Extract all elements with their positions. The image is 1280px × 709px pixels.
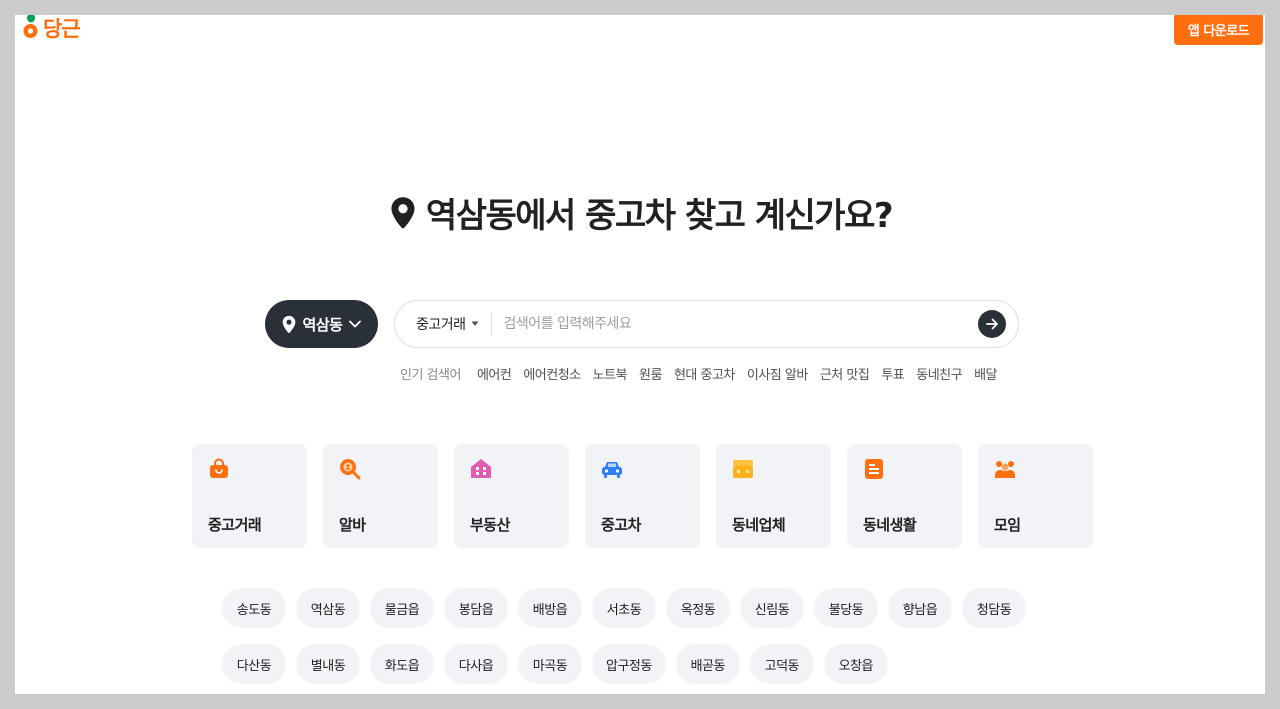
region-chip[interactable]: 불당동 bbox=[814, 588, 878, 628]
category-used-goods[interactable]: 중고거래 bbox=[192, 444, 307, 548]
location-select-button[interactable]: 역삼동 bbox=[265, 300, 378, 348]
region-chip[interactable]: 다사읍 bbox=[444, 644, 508, 684]
job-search-icon bbox=[340, 459, 361, 480]
popular-keyword[interactable]: 이사짐 알바 bbox=[747, 364, 808, 383]
region-chip[interactable]: 서초동 bbox=[592, 588, 656, 628]
page-title: 역삼동에서 중고차 찾고 계신가요? bbox=[425, 196, 894, 236]
house-icon bbox=[471, 459, 491, 478]
popular-keywords-label: 인기 검색어 bbox=[400, 367, 461, 383]
page: 당근 앱 다운로드 역삼동에서 중고차 찾고 계신가요? 역삼동 중고거래 검색… bbox=[15, 15, 1265, 694]
popular-keyword[interactable]: 배달 bbox=[974, 364, 997, 383]
chevron-down-icon bbox=[349, 320, 362, 328]
category-dropdown[interactable]: 중고거래 bbox=[395, 312, 492, 336]
arrow-right-icon bbox=[986, 318, 998, 330]
region-chips: 송도동 역삼동 물금읍 봉담읍 배방읍 서초동 옥정동 신림동 불당동 향남읍 … bbox=[222, 588, 1042, 684]
category-label: 알바 bbox=[339, 516, 366, 534]
category-grid: 중고거래 알바 부동산 중고차 동네업체 동네생활 모임 bbox=[192, 444, 1093, 548]
popular-keyword[interactable]: 에어컨청소 bbox=[523, 364, 581, 383]
region-chip[interactable]: 화도읍 bbox=[370, 644, 434, 684]
shopping-bag-icon bbox=[210, 458, 228, 478]
region-chip[interactable]: 배곧동 bbox=[675, 644, 740, 684]
category-local-business[interactable]: 동네업체 bbox=[716, 444, 831, 548]
category-label: 모임 bbox=[994, 516, 1021, 534]
store-icon bbox=[733, 460, 753, 478]
carrot-logo-icon bbox=[23, 15, 38, 38]
group-icon bbox=[995, 461, 1015, 478]
region-chip[interactable]: 옥정동 bbox=[666, 588, 730, 628]
category-label: 부동산 bbox=[470, 516, 510, 534]
category-dropdown-label: 중고거래 bbox=[416, 317, 466, 333]
category-groups[interactable]: 모임 bbox=[978, 444, 1093, 548]
headline: 역삼동에서 중고차 찾고 계신가요? bbox=[15, 188, 1265, 237]
region-chip[interactable]: 별내동 bbox=[296, 644, 360, 684]
region-chip[interactable]: 다산동 bbox=[222, 644, 286, 684]
region-chip[interactable]: 마곡동 bbox=[518, 644, 582, 684]
category-label: 중고거래 bbox=[208, 516, 262, 534]
popular-keyword[interactable]: 노트북 bbox=[593, 364, 628, 383]
category-real-estate[interactable]: 부동산 bbox=[454, 444, 569, 548]
category-used-cars[interactable]: 중고차 bbox=[585, 444, 700, 548]
popular-keyword[interactable]: 투표 bbox=[881, 364, 904, 383]
location-pin-icon bbox=[391, 196, 415, 228]
popular-keywords: 인기 검색어 에어컨 에어컨청소 노트북 원룸 현대 중고차 이사짐 알바 근처… bbox=[400, 363, 1014, 383]
caret-down-icon bbox=[471, 321, 479, 326]
document-icon bbox=[865, 459, 883, 479]
search-submit-button[interactable] bbox=[978, 310, 1006, 338]
search-input[interactable] bbox=[491, 316, 978, 332]
popular-keyword[interactable]: 현대 중고차 bbox=[674, 364, 735, 383]
category-jobs[interactable]: 알바 bbox=[323, 444, 438, 548]
location-label: 역삼동 bbox=[302, 315, 343, 334]
popular-keyword[interactable]: 원룸 bbox=[639, 364, 662, 383]
region-chip[interactable]: 역삼동 bbox=[296, 588, 360, 628]
region-chip[interactable]: 신림동 bbox=[740, 588, 804, 628]
search-box: 중고거래 bbox=[394, 300, 1019, 348]
popular-keyword[interactable]: 에어컨 bbox=[477, 364, 512, 383]
region-chip[interactable]: 배방읍 bbox=[518, 588, 582, 628]
region-chip[interactable]: 오창읍 bbox=[823, 644, 888, 684]
logo-text: 당근 bbox=[43, 17, 81, 41]
app-download-button[interactable]: 앱 다운로드 bbox=[1174, 15, 1263, 45]
category-label: 중고차 bbox=[601, 516, 641, 534]
region-chip[interactable]: 압구정동 bbox=[592, 644, 666, 684]
popular-keyword[interactable]: 근처 맛집 bbox=[820, 364, 870, 383]
region-chip[interactable]: 송도동 bbox=[222, 588, 286, 628]
car-icon bbox=[602, 462, 622, 478]
region-chip[interactable]: 고덕동 bbox=[749, 644, 814, 684]
region-chip[interactable]: 향남읍 bbox=[888, 588, 952, 628]
popular-keyword[interactable]: 동네친구 bbox=[916, 364, 962, 383]
logo[interactable]: 당근 bbox=[22, 15, 81, 43]
location-pin-icon bbox=[282, 315, 295, 333]
region-chip[interactable]: 봉담읍 bbox=[444, 588, 508, 628]
category-label: 동네업체 bbox=[732, 516, 786, 534]
category-label: 동네생활 bbox=[863, 516, 917, 534]
region-chip[interactable]: 물금읍 bbox=[370, 588, 434, 628]
region-chip[interactable]: 청담동 bbox=[962, 588, 1026, 628]
category-community[interactable]: 동네생활 bbox=[847, 444, 962, 548]
